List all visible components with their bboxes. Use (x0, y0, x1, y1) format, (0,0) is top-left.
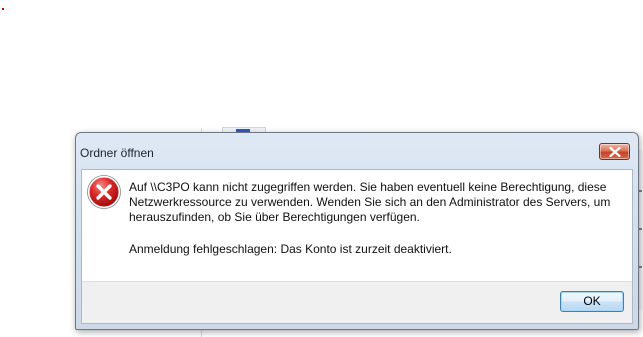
error-dialog: Ordner öffnen Auf \\C3PO kann nicht zuge… (75, 132, 639, 330)
error-message: Auf \\C3PO kann nicht zugegriffen werden… (129, 180, 611, 224)
stray-pixel (2, 8, 4, 10)
button-bar: OK (82, 281, 632, 323)
error-icon (87, 175, 121, 209)
title-bar[interactable]: Ordner öffnen (76, 133, 638, 168)
close-icon (609, 147, 621, 157)
message-area: Auf \\C3PO kann nicht zugegriffen werden… (82, 170, 632, 281)
close-button[interactable] (599, 143, 630, 160)
dialog-body: Auf \\C3PO kann nicht zugegriffen werden… (81, 169, 633, 324)
error-detail: Anmeldung fehlgeschlagen: Das Konto ist … (129, 242, 452, 256)
dialog-title: Ordner öffnen (80, 146, 154, 160)
ok-button[interactable]: OK (560, 291, 624, 312)
